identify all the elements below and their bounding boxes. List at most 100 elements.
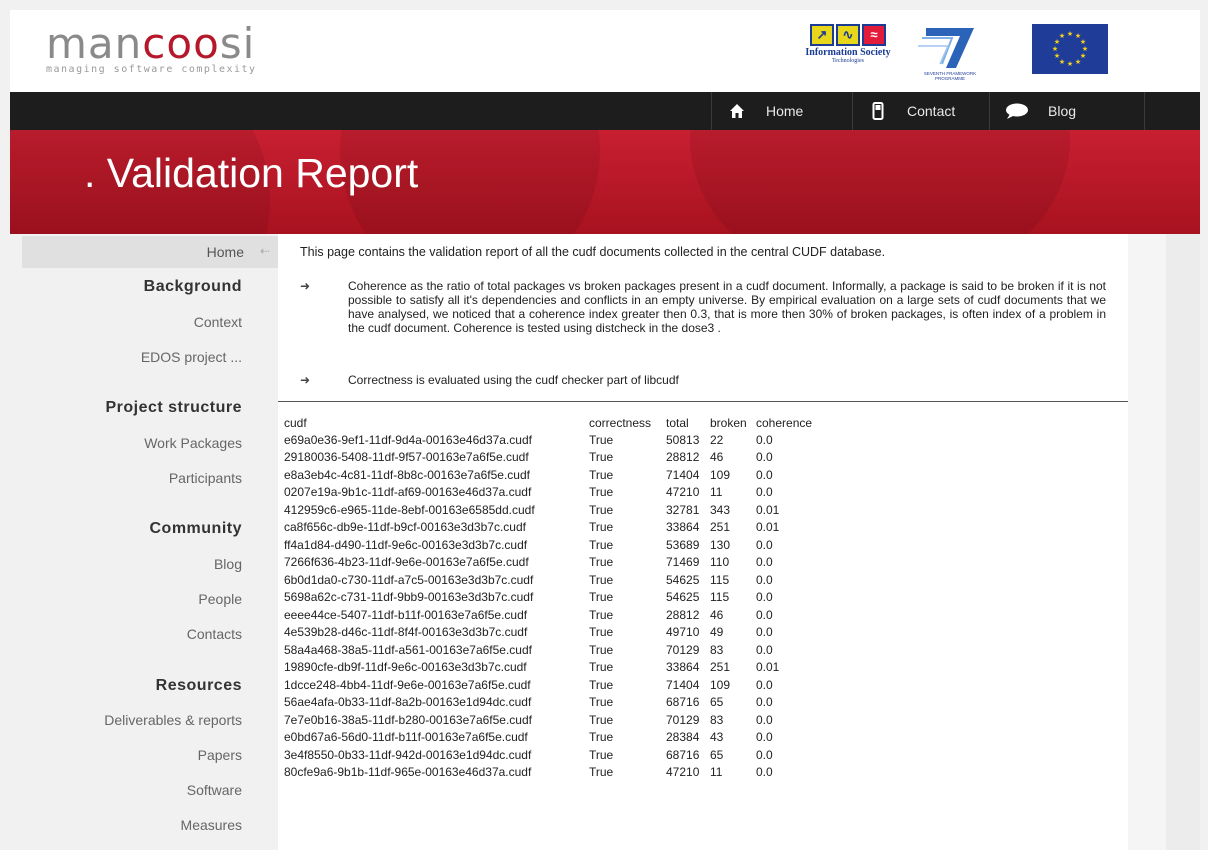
nav-blog[interactable]: Blog: [989, 92, 1145, 130]
correctness-cell: True: [589, 432, 614, 447]
total-cell: 71404: [666, 467, 700, 482]
bullet-arrow-icon: ➜: [300, 279, 311, 293]
table-row: 7266f636-4b23-11df-9e6e-00163e7a6f5e.cud…: [282, 554, 814, 572]
logo-text-pre: man: [46, 19, 143, 68]
broken-cell: 109: [710, 467, 731, 482]
correctness-cell: True: [589, 747, 614, 762]
svg-text:★: ★: [1052, 45, 1058, 53]
coherence-cell: 0.0: [756, 747, 773, 762]
column-header-total: total: [666, 416, 689, 430]
coherence-cell: 0.0: [756, 730, 773, 745]
broken-cell: 251: [710, 520, 731, 535]
coherence-cell: 0.01: [756, 520, 780, 535]
sidebar-item-context[interactable]: Context: [194, 314, 242, 330]
table-row: ff4a1d84-d490-11df-9e6c-00163e3d3b7c.cud…: [282, 536, 814, 554]
nav-home[interactable]: Home: [711, 92, 862, 130]
column-header-broken: broken: [710, 416, 747, 430]
speech-bubble-icon: [1004, 100, 1030, 122]
sidebar-item-home[interactable]: Home ⇠: [22, 236, 278, 268]
total-cell: 71469: [666, 555, 700, 570]
sidebar-item-people[interactable]: People: [198, 591, 242, 607]
table-row: 29180036-5408-11df-9f57-00163e7a6f5e.cud…: [282, 449, 814, 467]
cudf-cell: e0bd67a6-56d0-11df-b11f-00163e7a6f5e.cud…: [284, 730, 528, 745]
validation-table: cudf correctness total broken coherence …: [282, 415, 814, 781]
bullet-coherence: ➜ Coherence as the ratio of total packag…: [300, 279, 1106, 335]
cudf-cell: 412959c6-e965-11de-8ebf-00163e6585dd.cud…: [284, 502, 535, 517]
eu-flag-logo[interactable]: ★ ★ ★ ★ ★ ★ ★ ★ ★ ★ ★ ★: [1032, 24, 1108, 74]
svg-text:★: ★: [1059, 32, 1065, 40]
sidebar-item-software[interactable]: Software: [187, 782, 242, 798]
total-cell: 28812: [666, 450, 700, 465]
right-margin: [1166, 234, 1200, 850]
sidebar-item-work-packages[interactable]: Work Packages: [144, 435, 242, 451]
sidebar-item-contacts[interactable]: Contacts: [187, 626, 242, 642]
correctness-cell: True: [589, 677, 614, 692]
coherence-cell: 0.0: [756, 625, 773, 640]
table-row: 56ae4afa-0b33-11df-8a2b-00163e1d94dc.cud…: [282, 694, 814, 712]
sidebar-item-deliverables[interactable]: Deliverables & reports: [104, 712, 242, 728]
sidebar-item-papers[interactable]: Papers: [198, 747, 242, 763]
correctness-cell: True: [589, 502, 614, 517]
table-row: e69a0e36-9ef1-11df-9d4a-00163e46d37a.cud…: [282, 431, 814, 449]
broken-cell: 11: [710, 485, 723, 500]
bullet-correctness: ➜ Correctness is evaluated using the cud…: [300, 373, 1106, 387]
broken-cell: 109: [710, 677, 731, 692]
fp7-icon: SEVENTH FRAMEWORK PROGRAMME: [918, 28, 976, 81]
content-gutter: [1128, 234, 1166, 850]
broken-cell: 83: [710, 712, 724, 727]
mancoosi-logo[interactable]: mancoosi managing software complexity: [46, 22, 257, 76]
cudf-cell: 5698a62c-c731-11df-9bb9-00163e3d3b7c.cud…: [284, 590, 534, 605]
nav-contact[interactable]: Contact: [852, 92, 997, 130]
total-cell: 33864: [666, 660, 700, 675]
table-body: e69a0e36-9ef1-11df-9d4a-00163e46d37a.cud…: [282, 431, 814, 781]
cudf-cell: ca8f656c-db9e-11df-b9cf-00163e3d3b7c.cud…: [284, 520, 526, 535]
table-row: 6b0d1da0-c730-11df-a7c5-00163e3d3b7c.cud…: [282, 571, 814, 589]
home-icon: [726, 100, 748, 122]
total-cell: 68716: [666, 695, 700, 710]
table-row: 19890cfe-db9f-11df-9e6c-00163e3d3b7c.cud…: [282, 659, 814, 677]
correctness-cell: True: [589, 467, 614, 482]
logo-wordmark: mancoosi: [46, 22, 257, 66]
broken-cell: 251: [710, 660, 731, 675]
total-cell: 54625: [666, 590, 700, 605]
site-header: mancoosi managing software complexity ↗ ∿…: [10, 10, 1200, 92]
svg-text:★: ★: [1054, 52, 1060, 60]
svg-text:★: ★: [1067, 30, 1073, 38]
page-banner: . Validation Report: [10, 130, 1200, 234]
column-header-correctness: correctness: [589, 416, 652, 430]
correctness-cell: True: [589, 695, 614, 710]
broken-cell: 43: [710, 730, 724, 745]
column-header-coherence: coherence: [756, 416, 813, 430]
broken-cell: 115: [710, 590, 730, 605]
arrow-left-icon: ⇠: [259, 244, 270, 258]
cudf-cell: 56ae4afa-0b33-11df-8a2b-00163e1d94dc.cud…: [284, 695, 532, 710]
nav-blog-label: Blog: [1048, 103, 1077, 119]
total-cell: 47210: [666, 485, 700, 500]
nav-contact-label: Contact: [907, 103, 956, 119]
table-row: 5698a62c-c731-11df-9bb9-00163e3d3b7c.cud…: [282, 589, 814, 607]
sidebar-item-blog[interactable]: Blog: [214, 556, 242, 572]
correctness-cell: True: [589, 555, 614, 570]
eu-stars-icon: ★ ★★ ★★★ ★★★ ★★★: [1052, 30, 1088, 68]
svg-text:★: ★: [1067, 60, 1073, 68]
correctness-cell: True: [589, 660, 614, 675]
bullet-correctness-text: Correctness is evaluated using the cudf …: [348, 373, 679, 387]
cudf-cell: 3e4f8550-0b33-11df-942d-00163e1d94dc.cud…: [284, 747, 532, 762]
sidebar-item-measures[interactable]: Measures: [181, 817, 242, 833]
cudf-cell: 7e7e0b16-38a5-11df-b280-00163e7a6f5e.cud…: [284, 712, 532, 727]
fp7-logo[interactable]: SEVENTH FRAMEWORK PROGRAMME: [912, 24, 988, 82]
correctness-cell: True: [589, 590, 614, 605]
information-society-logo[interactable]: ↗ ∿ ≈ Information Society Technologies: [788, 24, 908, 64]
sidebar-item-participants[interactable]: Participants: [169, 470, 242, 486]
cudf-cell: 0207e19a-9b1c-11df-af69-00163e46d37a.cud…: [284, 485, 532, 500]
broken-cell: 130: [710, 537, 731, 552]
sidebar-heading-project-structure: Project structure: [105, 399, 242, 416]
table-row: 412959c6-e965-11de-8ebf-00163e6585dd.cud…: [282, 501, 814, 519]
cudf-cell: 29180036-5408-11df-9f57-00163e7a6f5e.cud…: [284, 450, 529, 465]
cudf-cell: 6b0d1da0-c730-11df-a7c5-00163e3d3b7c.cud…: [284, 572, 534, 587]
page-title: . Validation Report: [84, 150, 419, 196]
broken-cell: 46: [710, 607, 724, 622]
sidebar-item-edos-project[interactable]: EDOS project ...: [141, 349, 242, 365]
table-row: e0bd67a6-56d0-11df-b11f-00163e7a6f5e.cud…: [282, 729, 814, 747]
banner-decor: [690, 130, 1070, 234]
